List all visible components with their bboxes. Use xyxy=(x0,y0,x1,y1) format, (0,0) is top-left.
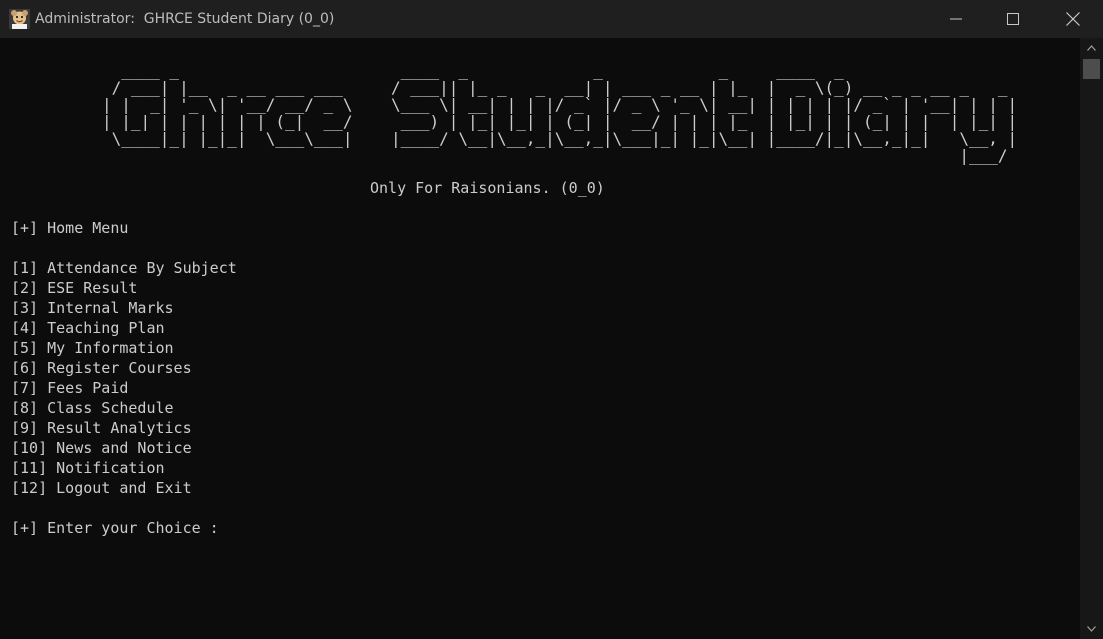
close-button[interactable] xyxy=(1044,0,1102,38)
menu-item: [9] Result Analytics xyxy=(11,419,192,437)
minimize-button[interactable] xyxy=(927,0,985,38)
console-output[interactable]: ____ _ ____ _ _ _ ____ _ / ___| |__ _ __… xyxy=(0,38,1080,639)
menu-item: [4] Teaching Plan xyxy=(11,319,165,337)
scroll-up-button[interactable] xyxy=(1080,38,1103,58)
chevron-up-icon xyxy=(1087,45,1096,51)
tagline: Only For Raisonians. (0_0) xyxy=(370,179,605,197)
close-icon xyxy=(1066,12,1080,26)
maximize-button[interactable] xyxy=(984,0,1042,38)
window-title: Administrator: GHRCE Student Diary (0_0) xyxy=(35,11,335,27)
scroll-thumb[interactable] xyxy=(1083,59,1100,79)
menu-item: [5] My Information xyxy=(11,339,174,357)
menu-item: [11] Notification xyxy=(11,459,165,477)
menu-item: [1] Attendance By Subject xyxy=(11,259,237,277)
banner-line: |___/ xyxy=(102,146,1018,165)
menu-item: [7] Fees Paid xyxy=(11,379,129,397)
chevron-down-icon xyxy=(1087,626,1096,632)
scroll-down-button[interactable] xyxy=(1080,619,1103,639)
menu-item: [12] Logout and Exit xyxy=(11,479,192,497)
menu-item: [3] Internal Marks xyxy=(11,299,174,317)
console-app-icon[interactable] xyxy=(9,9,30,29)
title-bar[interactable]: Administrator: GHRCE Student Diary (0_0) xyxy=(0,0,1103,38)
ascii-banner: ____ _ ____ _ _ _ ____ _ / ___| |__ _ __… xyxy=(102,62,1017,164)
console-window: Administrator: GHRCE Student Diary (0_0)… xyxy=(0,0,1103,639)
maximize-icon xyxy=(1007,13,1019,25)
vertical-scrollbar[interactable] xyxy=(1080,38,1103,639)
menu-item: [8] Class Schedule xyxy=(11,399,174,417)
menu-header: [+] Home Menu xyxy=(11,219,129,237)
menu-item: [2] ESE Result xyxy=(11,279,138,297)
minimize-icon xyxy=(950,18,962,20)
menu-item: [6] Register Courses xyxy=(11,359,192,377)
menu-item: [10] News and Notice xyxy=(11,439,192,457)
choice-prompt[interactable]: [+] Enter your Choice : xyxy=(11,518,219,538)
